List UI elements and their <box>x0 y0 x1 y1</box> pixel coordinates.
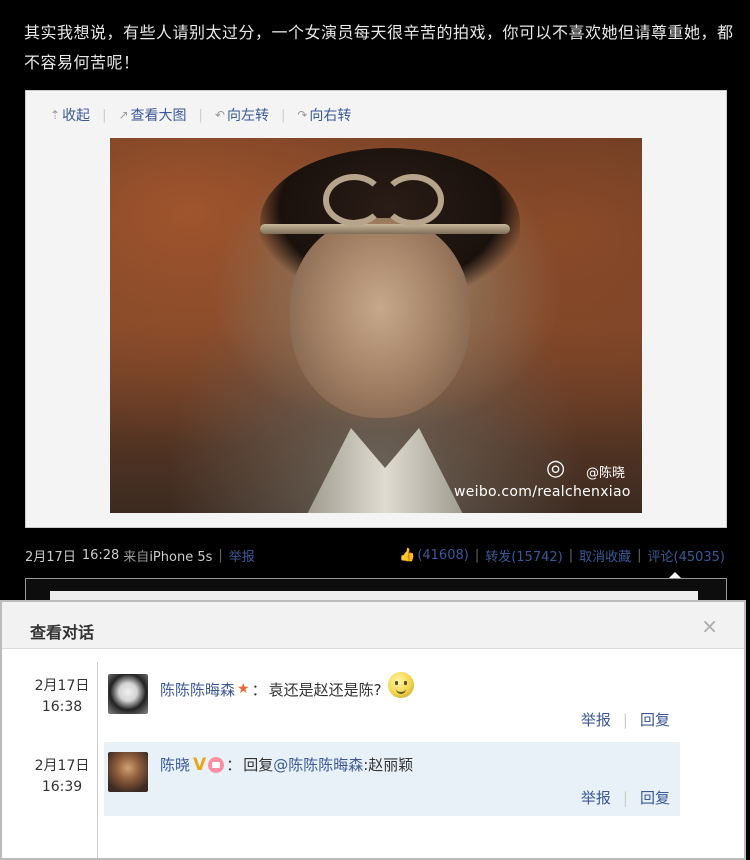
comment-username[interactable]: 陈晓 <box>160 754 190 775</box>
comment-text: :赵丽颖 <box>363 756 414 774</box>
post-source-device: iPhone 5s <box>149 549 213 565</box>
timeline-line <box>97 662 98 858</box>
collapse-label: 收起 <box>62 108 91 124</box>
comment-content: 陈晓 V ： 回复 @陈陈陈晦森 :赵丽颖 <box>160 754 413 775</box>
toolbar-divider: | <box>198 107 203 123</box>
entry-time: 16:38 <box>41 699 83 715</box>
reply-link[interactable]: 回复 <box>640 709 670 730</box>
reply-link[interactable]: 回复 <box>640 787 670 808</box>
post-source-prefix: 来自 <box>123 549 150 565</box>
crown-badge-icon[interactable] <box>208 756 225 773</box>
like-button[interactable]: 👍 (41608) <box>399 548 469 563</box>
action-divider: | <box>622 788 628 807</box>
post-photo[interactable]: ◎ @陈晓 weibo.com/realchenxiao <box>110 138 642 513</box>
rotate-right-label: 向右转 <box>309 108 352 124</box>
report-link[interactable]: 举报 <box>229 546 255 565</box>
media-toolbar: ⇡ 收起 | ↗ 查看大图 | ↶ 向左转 | ↷ 向右转 <box>50 105 351 125</box>
photo-headband-curl <box>382 174 444 226</box>
rotate-left-label: 向左转 <box>226 108 269 124</box>
photo-face <box>290 218 470 418</box>
rotate-left-icon: ↶ <box>214 108 225 122</box>
dialog-title: 查看对话 <box>30 623 95 642</box>
photo-headband <box>260 224 510 234</box>
verified-badge-icon[interactable]: V <box>193 755 206 775</box>
post-meta-left: 2月17日 16:28 来自iPhone 5s | 举报 <box>25 546 255 565</box>
collapse-button[interactable]: ⇡ 收起 <box>50 105 90 125</box>
conversation-dialog: 查看对话 × 2月17日 16:38 陈陈陈晦森 ★ ： 袁还是赵还是陈? 举报… <box>0 600 746 860</box>
toolbar-divider: | <box>280 107 286 123</box>
smiley-emoji-icon <box>387 672 414 698</box>
media-card: ⇡ 收起 | ↗ 查看大图 | ↶ 向左转 | ↷ 向右转 ◎ @陈晓 weib… <box>25 90 727 528</box>
meta-divider: | <box>474 547 480 563</box>
meta-divider: | <box>218 547 223 563</box>
report-link[interactable]: 举报 <box>581 787 611 808</box>
repost-button[interactable]: 转发(15742) <box>485 546 563 565</box>
post-meta: 2月17日 16:28 来自iPhone 5s | 举报 👍 (41608) | … <box>25 544 725 566</box>
meta-divider: | <box>637 547 642 563</box>
avatar[interactable] <box>108 752 148 792</box>
dialog-header: 查看对话 × <box>2 602 744 649</box>
rotate-left-button[interactable]: ↶ 向左转 <box>215 105 269 125</box>
report-link[interactable]: 举报 <box>581 709 611 730</box>
meta-divider: | <box>568 547 574 563</box>
thumbs-up-icon: 👍 <box>399 547 416 563</box>
unfavorite-button[interactable]: 取消收藏 <box>579 546 631 565</box>
comment-actions: 举报 | 回复 <box>581 787 670 808</box>
comment-text: 袁还是赵还是陈? <box>268 680 382 699</box>
entry-time: 16:39 <box>41 779 83 795</box>
rotate-right-icon: ↷ <box>297 108 308 122</box>
reply-prefix: 回复 <box>243 756 274 774</box>
view-large-button[interactable]: ↗ 查看大图 <box>118 105 186 125</box>
comment-actions: 举报 | 回复 <box>581 709 670 730</box>
photo-headband-curl <box>323 174 385 226</box>
watermark-name: @陈晓 <box>586 466 626 481</box>
avatar[interactable] <box>108 674 148 714</box>
mention-link[interactable]: @陈陈陈晦森 <box>273 754 363 775</box>
rotate-right-button[interactable]: ↷ 向右转 <box>297 105 351 125</box>
comment-button[interactable]: 评论(45035) <box>648 546 726 565</box>
watermark-url: weibo.com/realchenxiao <box>454 484 631 500</box>
conversation-entry: 陈陈陈晦森 ★ ： 袁还是赵还是陈? 举报 | 回复 <box>104 664 680 738</box>
post-text: 其实我想说，有些人请别太过分，一个女演员每天很辛苦的拍戏，你可以不喜欢她但请尊重… <box>24 23 734 72</box>
like-count: (41608) <box>417 547 469 563</box>
post-date[interactable]: 2月17日 <box>25 546 76 565</box>
external-link-icon: ↗ <box>118 108 129 122</box>
entry-timestamp: 2月17日 16:38 <box>30 676 94 718</box>
comment-colon: ： <box>251 680 267 699</box>
photo-collar <box>300 428 470 513</box>
entry-date: 2月17日 <box>34 758 90 774</box>
close-icon[interactable]: × <box>701 614 718 638</box>
view-large-label: 查看大图 <box>130 108 187 124</box>
conversation-entry: 陈晓 V ： 回复 @陈陈陈晦森 :赵丽颖 举报 | 回复 <box>104 742 680 816</box>
collapse-icon: ⇡ <box>50 108 61 122</box>
entry-date: 2月17日 <box>34 678 90 694</box>
action-divider: | <box>622 710 628 729</box>
entry-timestamp: 2月17日 16:39 <box>30 756 94 798</box>
comment-colon: ： <box>226 756 242 774</box>
comment-content: 陈陈陈晦森 ★ ： 袁还是赵还是陈? <box>160 672 414 702</box>
weibo-logo-icon: ◎ <box>546 456 566 481</box>
post-actions: 👍 (41608) | 转发(15742) | 取消收藏 | 评论(45035) <box>399 546 725 565</box>
post-source: 来自iPhone 5s <box>123 546 212 565</box>
comment-username[interactable]: 陈陈陈晦森 <box>160 679 235 700</box>
toolbar-divider: | <box>102 107 107 123</box>
post-time[interactable]: 16:28 <box>82 548 119 563</box>
star-badge-icon: ★ <box>237 681 250 697</box>
